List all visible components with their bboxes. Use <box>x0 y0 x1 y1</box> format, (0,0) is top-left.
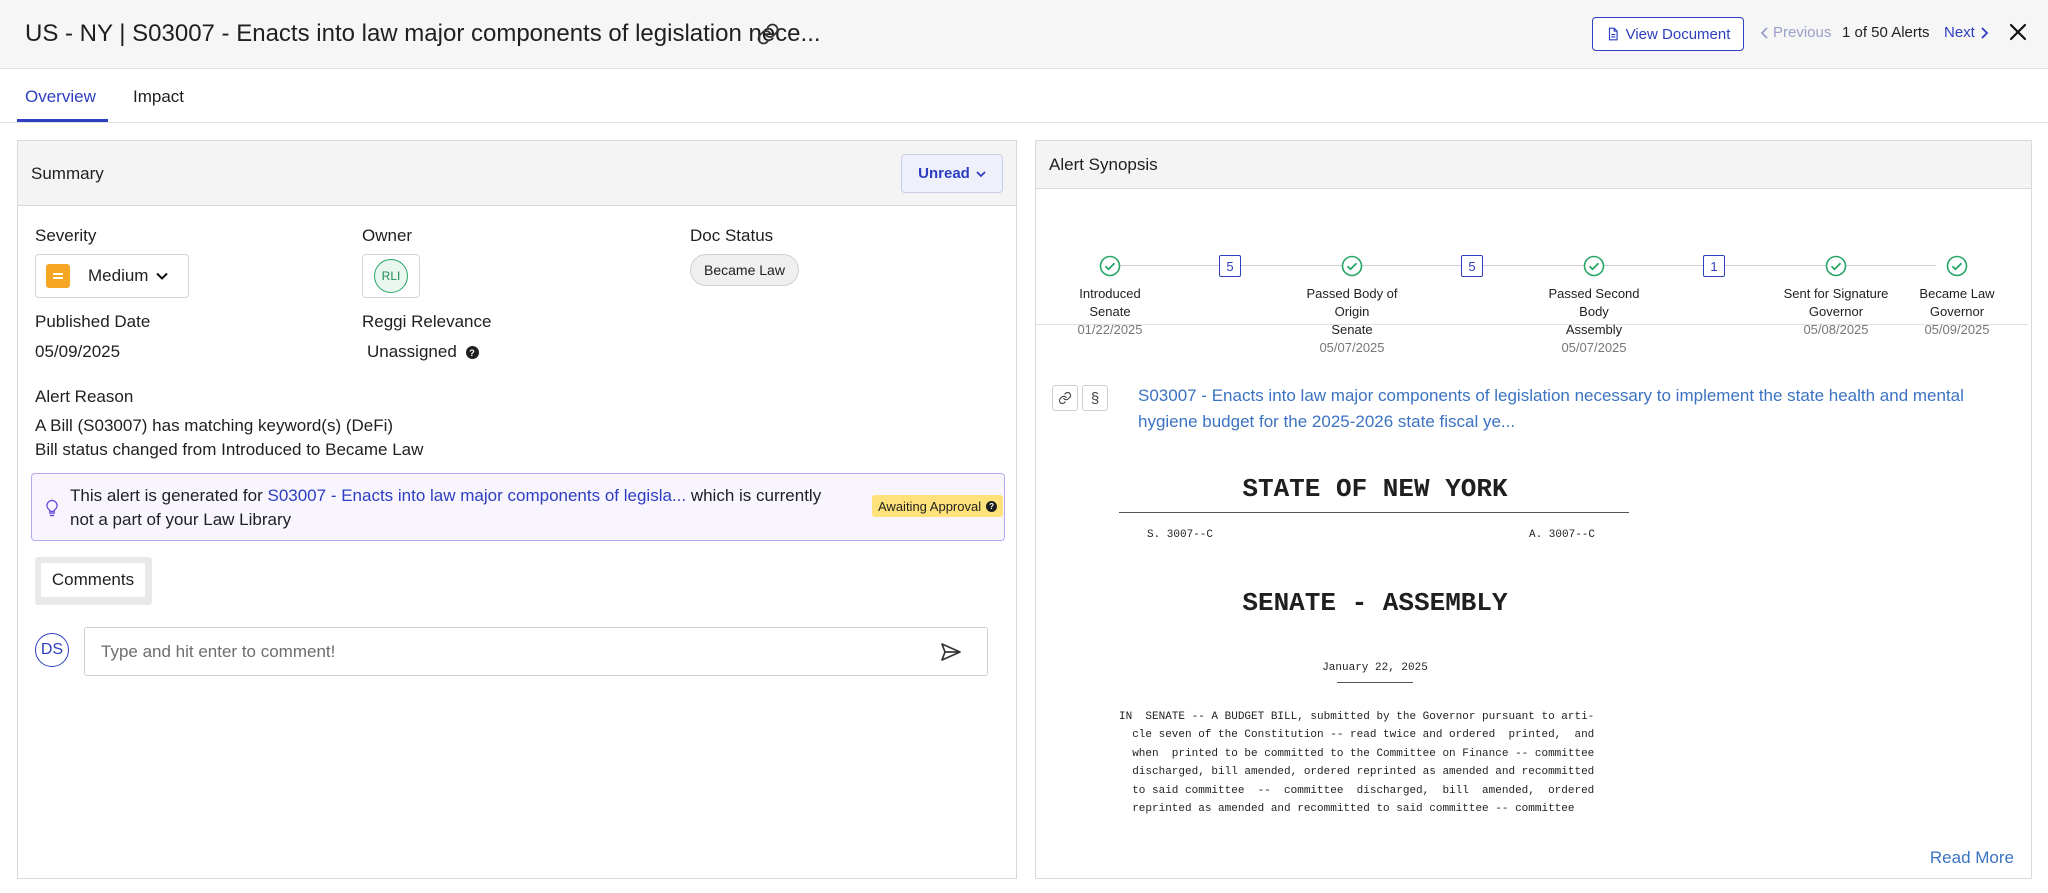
help-icon[interactable]: ? <box>465 346 479 360</box>
stage-label: Passed Body of Origin Senate <box>1306 286 1398 337</box>
published-date-label: Published Date <box>35 312 151 331</box>
stage-date: 05/07/2025 <box>1319 340 1385 355</box>
doc-status-label: Doc Status <box>690 226 774 245</box>
copy-link-icon[interactable] <box>756 22 780 46</box>
document-rule <box>1119 512 1629 513</box>
timeline-stage: Sent for Signature Governor 05/08/2025 <box>1766 285 1906 339</box>
stage-date: 05/08/2025 <box>1803 322 1869 337</box>
published-date-value: 05/09/2025 <box>35 342 121 361</box>
notice-bill-link[interactable]: S03007 - Enacts into law major component… <box>267 486 686 505</box>
summary-panel: Summary Unread Severity Medium Owner RLI… <box>17 140 1017 879</box>
document-date: January 22, 2025 <box>1322 662 1428 674</box>
timeline-gap-count: 5 <box>1461 255 1483 277</box>
next-label: Next <box>1944 24 1975 41</box>
awaiting-approval-label: Awaiting Approval <box>878 498 982 514</box>
check-circle-icon <box>1583 255 1605 277</box>
severity-value: Medium <box>88 266 149 285</box>
alert-reason-label: Alert Reason <box>35 387 134 406</box>
timeline-stage: Became Law Governor 05/09/2025 <box>1887 285 2027 339</box>
timeline-stage: Passed Second Body Assembly 05/07/2025 <box>1524 285 1664 357</box>
alert-synopsis-panel: Alert Synopsis 5 5 1 Introduced Senate 01… <box>1035 140 2032 879</box>
alert-reason-line-1: A Bill (S03007) has matching keyword(s) … <box>35 416 394 435</box>
stage-label: Introduced Senate <box>1079 286 1141 319</box>
read-status-dropdown[interactable]: Unread <box>901 154 1003 193</box>
relevance-label: Reggi Relevance <box>362 312 492 331</box>
document-short-rule <box>1337 682 1413 683</box>
close-icon[interactable] <box>2006 20 2030 44</box>
view-document-label: View Document <box>1625 25 1731 43</box>
previous-label: Previous <box>1773 24 1832 41</box>
stage-date: 05/09/2025 <box>1924 322 1990 337</box>
check-circle-icon <box>1099 255 1121 277</box>
send-icon[interactable] <box>939 640 963 664</box>
alert-reason-line-2: Bill status changed from Introduced to B… <box>35 440 424 459</box>
stage-label: Became Law Governor <box>1919 286 1995 319</box>
bill-title-link[interactable]: S03007 - Enacts into law major component… <box>1138 383 2018 435</box>
check-circle-icon <box>1341 255 1363 277</box>
document-subheading: SENATE - ASSEMBLY <box>1242 588 1508 618</box>
read-status-label: Unread <box>918 165 970 182</box>
relevance-value: Unassigned <box>367 342 457 361</box>
view-document-button[interactable]: View Document <box>1592 17 1744 51</box>
stage-date: 01/22/2025 <box>1077 322 1143 337</box>
notice-text: This alert is generated for S03007 - Ena… <box>70 484 840 532</box>
alert-title: US - NY | S03007 - Enacts into law major… <box>25 20 821 47</box>
timeline-gap-count: 5 <box>1219 255 1241 277</box>
document-body: IN SENATE -- A BUDGET BILL, submitted by… <box>1119 711 1595 816</box>
check-circle-icon <box>1825 255 1847 277</box>
help-icon[interactable]: ? <box>986 500 998 512</box>
summary-title: Summary <box>31 164 104 183</box>
tab-overview[interactable]: Overview <box>25 87 96 107</box>
timeline-stage: Passed Body of Origin Senate 05/07/2025 <box>1282 285 1422 357</box>
severity-label: Severity <box>35 226 97 245</box>
notice-prefix: This alert is generated for <box>70 486 268 505</box>
status-timeline: 5 5 1 Introduced Senate 01/22/2025 Passed… <box>1036 189 2028 355</box>
read-more-link[interactable]: Read More <box>1930 848 2014 868</box>
stage-date: 05/07/2025 <box>1561 340 1627 355</box>
comment-input[interactable] <box>101 640 901 664</box>
timeline-stage: Introduced Senate 01/22/2025 <box>1040 285 1180 339</box>
copy-link-button[interactable] <box>1052 385 1078 411</box>
severity-dropdown[interactable]: Medium <box>35 254 189 298</box>
awaiting-approval-badge: Awaiting Approval ? <box>872 495 1004 517</box>
document-icon <box>1608 27 1618 41</box>
comments-tab[interactable]: Comments <box>41 563 145 597</box>
stage-label: Sent for Signature Governor <box>1783 286 1889 319</box>
bill-document-preview: STATE OF NEW YORK S. 3007--C A. 3007--C … <box>1119 466 1631 824</box>
law-library-notice: This alert is generated for S03007 - Ena… <box>31 473 1005 541</box>
owner-avatar: RLI <box>374 259 408 293</box>
lightbulb-icon <box>46 499 58 517</box>
alert-count: 1 of 50 Alerts <box>1842 24 1930 41</box>
synopsis-header: Alert Synopsis <box>1036 141 2031 189</box>
tab-impact[interactable]: Impact <box>133 87 184 107</box>
tab-bar: Overview Impact <box>0 70 2048 123</box>
chevron-down-icon <box>156 272 169 280</box>
doc-status-badge: Became Law <box>690 254 799 286</box>
section-button[interactable]: § <box>1082 385 1108 411</box>
summary-header: Summary Unread <box>18 141 1016 206</box>
next-alert-button[interactable]: Next <box>1944 24 1989 41</box>
synopsis-title: Alert Synopsis <box>1049 155 1158 174</box>
comment-box <box>84 627 988 676</box>
owner-label: Owner <box>362 226 413 245</box>
link-icon <box>1058 391 1072 405</box>
previous-alert-button[interactable]: Previous <box>1760 24 1831 41</box>
chevron-right-icon <box>1981 26 1989 39</box>
stage-label: Passed Second Body Assembly <box>1548 286 1640 337</box>
senate-number: S. 3007--C <box>1147 529 1214 541</box>
user-avatar: DS <box>35 633 69 667</box>
timeline-gap-count: 1 <box>1703 255 1725 277</box>
document-heading: STATE OF NEW YORK <box>1242 474 1508 504</box>
chevron-left-icon <box>1760 26 1768 39</box>
alert-header: US - NY | S03007 - Enacts into law major… <box>0 0 2048 69</box>
severity-medium-icon <box>46 264 70 288</box>
chevron-down-icon <box>976 170 986 177</box>
comments-tab-group: Comments <box>35 557 152 605</box>
check-circle-icon <box>1946 255 1968 277</box>
assembly-number: A. 3007--C <box>1529 529 1596 541</box>
relevance-field[interactable]: Unassigned ? <box>367 342 479 362</box>
active-tab-indicator <box>17 119 108 122</box>
owner-selector[interactable]: RLI <box>362 254 420 298</box>
